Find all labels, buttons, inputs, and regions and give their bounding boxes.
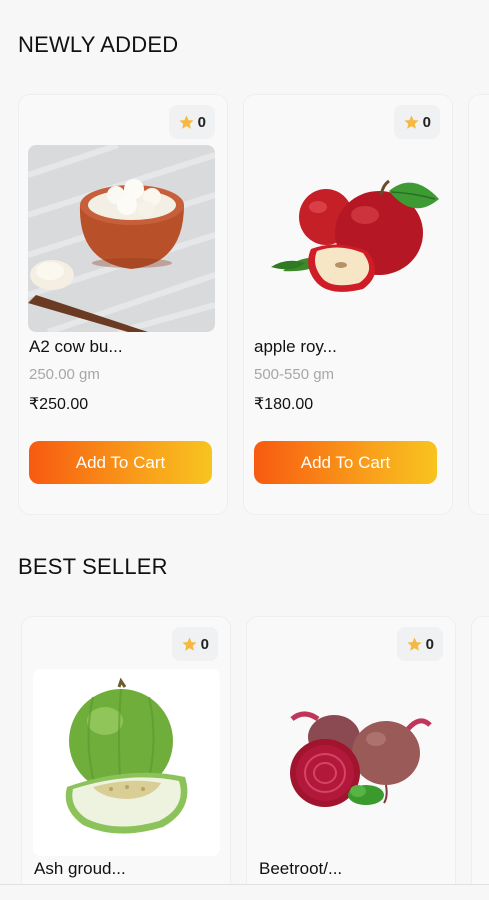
rating-value: 0 [425, 635, 434, 653]
star-icon [179, 114, 194, 129]
star-icon [182, 636, 197, 651]
rating-badge: 0 [396, 627, 443, 661]
beetroot-image [258, 669, 445, 856]
butter-pot-image [28, 145, 215, 332]
product-quantity: 500-550 gm [254, 366, 335, 383]
section-title-best-seller: BEST SELLER [18, 554, 168, 579]
product-card-apple-royal[interactable]: 0 apple roy... 500-550 gm ₹180.00 Add To… [243, 94, 453, 515]
product-image-beetroot[interactable] [258, 669, 445, 856]
product-image-ash-gourd[interactable] [33, 669, 220, 856]
rating-badge: 0 [171, 627, 218, 661]
product-price: ₹250.00 [29, 396, 89, 413]
section-title-newly-added: NEWLY ADDED [18, 32, 179, 57]
add-to-cart-button[interactable]: Add To Cart [29, 441, 212, 484]
product-name[interactable]: Ash groud... [34, 859, 126, 879]
product-name[interactable]: A2 cow bu... [29, 337, 123, 357]
newly-added-row[interactable]: 0 A2 cow bu... 250.00 gm ₹250.00 Add To … [0, 94, 489, 524]
product-card-a2-cow-butter[interactable]: 0 A2 cow bu... 250.00 gm ₹250.00 Add To … [18, 94, 228, 515]
product-name[interactable]: Beetroot/... [259, 859, 342, 879]
product-name[interactable]: apple roy... [254, 337, 337, 357]
ash-gourd-image [33, 669, 220, 856]
add-to-cart-button[interactable]: Add To Cart [254, 441, 437, 484]
apple-image [253, 145, 440, 332]
product-card-beetroot[interactable]: 0 Beetroot/... [246, 616, 456, 884]
product-price: ₹180.00 [254, 396, 314, 413]
product-image-butter[interactable] [28, 145, 215, 332]
product-card-ash-gourd[interactable]: 0 Ash groud... [21, 616, 231, 884]
product-image-apple[interactable] [253, 145, 440, 332]
product-card-partial[interactable] [468, 94, 489, 515]
rating-badge: 0 [393, 105, 440, 139]
product-card-partial[interactable] [471, 616, 489, 884]
rating-value: 0 [197, 113, 206, 131]
star-icon [404, 114, 419, 129]
star-icon [407, 636, 422, 651]
rating-value: 0 [422, 113, 431, 131]
bottom-edge-bar [0, 884, 489, 900]
product-quantity: 250.00 gm [29, 366, 100, 383]
best-seller-row[interactable]: 0 Ash groud... 0 Beetroot/... [0, 616, 489, 884]
rating-badge: 0 [168, 105, 215, 139]
rating-value: 0 [200, 635, 209, 653]
